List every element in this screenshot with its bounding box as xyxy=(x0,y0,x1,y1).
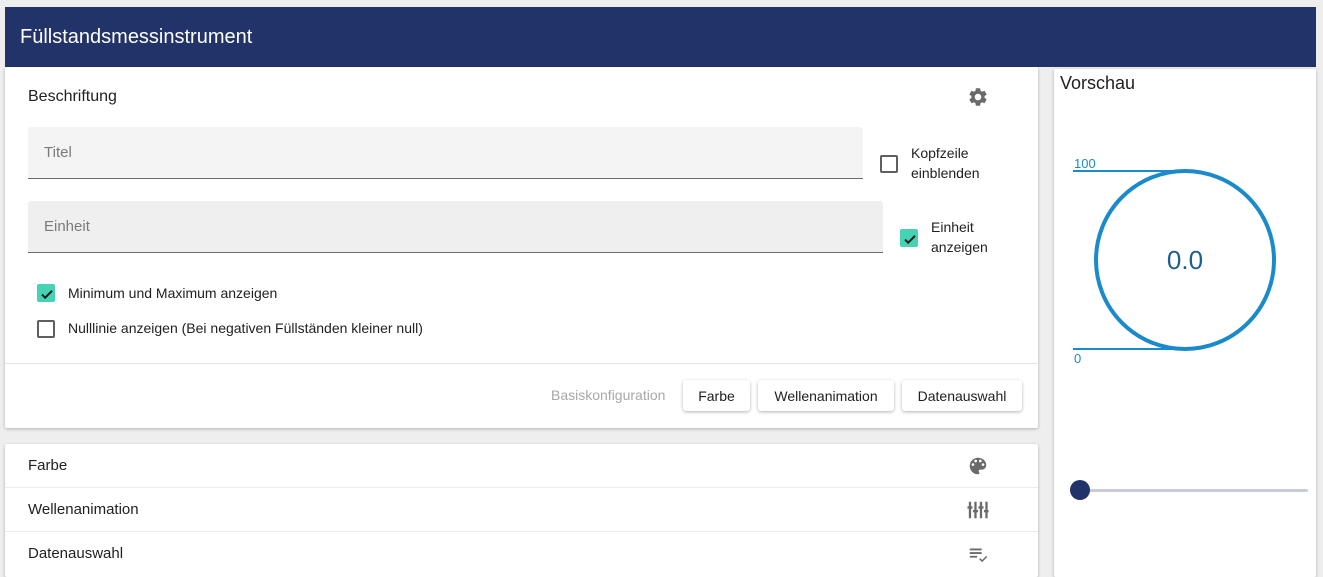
section-title: Beschriftung xyxy=(28,88,117,105)
einheit-anzeigen-label-line1: Einheit xyxy=(931,219,974,235)
list-item-label: Wellenanimation xyxy=(28,501,139,518)
check-icon xyxy=(41,290,53,300)
titel-placeholder: Titel xyxy=(44,144,72,161)
value-slider[interactable] xyxy=(1080,489,1308,492)
app-header: Füllstandsmessinstrument xyxy=(5,7,1316,67)
list-item-label: Farbe xyxy=(28,457,68,474)
sections-list: Farbe Wellenanimation Datenauswahl xyxy=(5,444,1038,577)
einheit-anzeigen-label-line2: anzeigen xyxy=(931,239,988,255)
min-max-label: Minimum und Maximum anzeigen xyxy=(68,285,278,301)
labels-card: Beschriftung Titel Einheit Kopfzeile ein… xyxy=(5,67,1038,428)
preview-card: Vorschau 100 0 0.0 xyxy=(1054,69,1316,577)
page-title: Füllstandsmessinstrument xyxy=(20,25,253,48)
playlist-check-icon xyxy=(969,548,988,563)
max-label: 100 xyxy=(1074,156,1096,171)
gauge-value: 0.0 xyxy=(1167,245,1203,275)
check-icon xyxy=(904,235,916,245)
basiskonfiguration-button: Basiskonfiguration xyxy=(551,387,666,403)
list-item-wellenanimation[interactable]: Wellenanimation xyxy=(5,488,1038,532)
min-max-checkbox[interactable] xyxy=(37,284,55,302)
equalizer-icon xyxy=(967,501,989,519)
einheit-placeholder: Einheit xyxy=(44,218,90,235)
divider xyxy=(5,363,1038,364)
palette-icon xyxy=(969,457,987,475)
value-slider-thumb[interactable] xyxy=(1070,480,1090,500)
level-gauge: 100 0 0.0 xyxy=(1073,156,1276,366)
list-item-farbe[interactable]: Farbe xyxy=(5,444,1038,488)
einheit-anzeigen-label: Einheit anzeigen xyxy=(931,217,988,257)
einheit-anzeigen-checkbox[interactable] xyxy=(900,229,918,247)
kopfzeile-checkbox[interactable] xyxy=(880,155,898,173)
kopfzeile-label-line1: Kopfzeile xyxy=(911,145,969,161)
farbe-button[interactable]: Farbe xyxy=(683,380,750,411)
wellenanimation-button[interactable]: Wellenanimation xyxy=(758,380,894,411)
nulllinie-checkbox[interactable] xyxy=(37,320,55,338)
list-item-datenauswahl[interactable]: Datenauswahl xyxy=(5,532,1038,576)
einheit-input[interactable]: Einheit xyxy=(28,201,883,253)
list-item-label: Datenauswahl xyxy=(28,545,124,562)
kopfzeile-label-line2: einblenden xyxy=(911,165,980,181)
kopfzeile-label: Kopfzeile einblenden xyxy=(911,143,980,183)
titel-input[interactable]: Titel xyxy=(28,127,863,179)
min-label: 0 xyxy=(1074,351,1081,366)
nulllinie-label: Nulllinie anzeigen (Bei negativen Füllst… xyxy=(68,320,423,336)
datenauswahl-button[interactable]: Datenauswahl xyxy=(902,380,1022,411)
gear-icon[interactable] xyxy=(967,86,989,108)
